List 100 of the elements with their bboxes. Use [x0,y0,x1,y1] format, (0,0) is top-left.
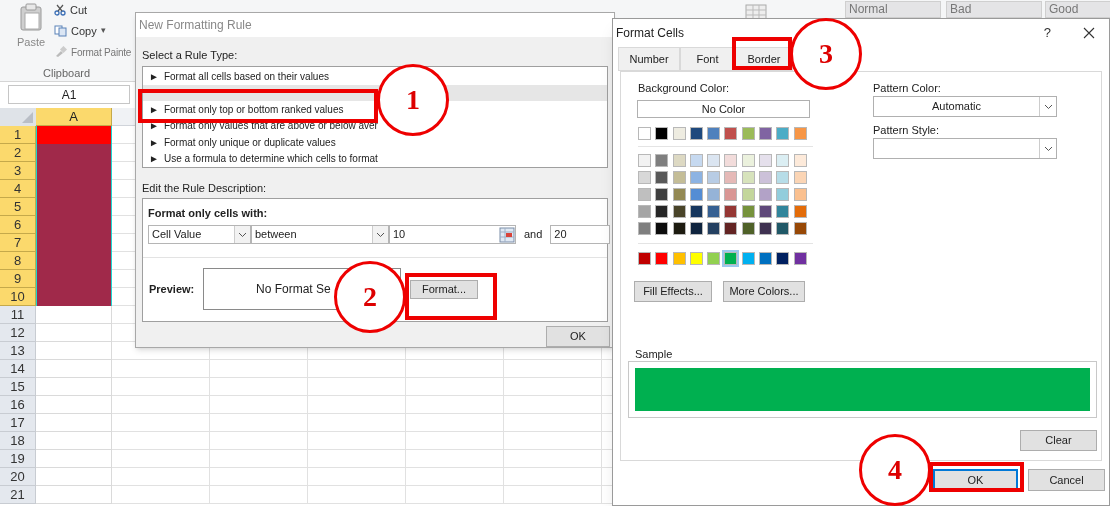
tab[interactable]: Number [618,47,680,71]
color-swatch[interactable] [793,205,807,218]
color-swatch[interactable] [759,154,773,167]
color-swatch[interactable] [793,127,807,140]
color-swatch[interactable] [672,222,686,235]
color-swatch[interactable] [759,127,773,140]
pattern-style-dropdown[interactable] [873,138,1057,159]
cell[interactable] [406,486,504,504]
color-swatch[interactable] [707,205,721,218]
cell[interactable] [112,396,210,414]
cell[interactable] [504,396,602,414]
value-field[interactable]: 20 [550,225,611,244]
color-swatch[interactable] [655,205,669,218]
color-swatch[interactable] [638,205,651,218]
color-swatch[interactable] [707,154,721,167]
cell[interactable] [112,432,210,450]
column-header[interactable]: A [36,108,112,126]
color-swatch[interactable] [776,205,790,218]
row-header[interactable]: 17 [0,414,36,432]
row-header[interactable]: 16 [0,396,36,414]
color-swatch[interactable] [724,171,738,184]
cell[interactable] [210,486,308,504]
row-header[interactable]: 2 [0,144,36,162]
color-swatch[interactable] [776,171,790,184]
color-swatch[interactable] [672,171,686,184]
cell[interactable] [308,360,406,378]
row-header[interactable]: 11 [0,306,36,324]
color-swatch[interactable] [759,252,773,265]
color-swatch[interactable] [689,171,703,184]
row-header[interactable]: 14 [0,360,36,378]
cell-style-button[interactable]: Good [1045,1,1110,18]
cell[interactable] [406,360,504,378]
cell[interactable] [36,342,112,360]
condition-dropdown[interactable]: Cell Value [148,225,251,244]
cell[interactable] [308,450,406,468]
color-swatch[interactable] [741,171,755,184]
row-header[interactable]: 10 [0,288,36,306]
color-swatch[interactable] [724,205,738,218]
row-header[interactable]: 15 [0,378,36,396]
row-header[interactable]: 12 [0,324,36,342]
row-header[interactable]: 6 [0,216,36,234]
color-swatch[interactable] [776,127,790,140]
no-color-button[interactable]: No Color [637,100,810,118]
cell[interactable] [504,378,602,396]
cell-style-button[interactable]: Normal [845,1,941,18]
cell[interactable] [36,396,112,414]
pattern-color-dropdown[interactable]: Automatic [873,96,1057,117]
cell[interactable] [36,486,112,504]
row-header[interactable]: 7 [0,234,36,252]
help-button[interactable]: ? [1043,23,1051,43]
cell[interactable] [112,486,210,504]
cell[interactable] [210,432,308,450]
cell[interactable] [308,378,406,396]
color-swatch[interactable] [793,171,807,184]
cell[interactable] [406,378,504,396]
cell[interactable] [210,396,308,414]
cell[interactable] [210,450,308,468]
format-painter-button[interactable]: Format Painte [54,43,132,61]
row-header[interactable]: 5 [0,198,36,216]
cell[interactable] [406,414,504,432]
row-header[interactable]: 20 [0,468,36,486]
cell[interactable] [504,414,602,432]
color-swatch[interactable] [707,252,721,265]
color-swatch[interactable] [724,188,738,201]
cell[interactable] [504,468,602,486]
cell[interactable] [36,450,112,468]
color-swatch[interactable] [655,252,669,265]
cell[interactable] [504,432,602,450]
cell[interactable] [504,360,602,378]
color-swatch[interactable] [655,127,669,140]
cell[interactable] [406,396,504,414]
clear-button[interactable]: Clear [1020,430,1097,451]
format-button[interactable]: Format... [410,279,478,299]
color-swatch[interactable] [655,188,669,201]
tab[interactable]: Font [680,47,735,71]
color-swatch[interactable] [672,188,686,201]
cell[interactable] [210,468,308,486]
color-swatch[interactable] [689,205,703,218]
cell[interactable] [308,432,406,450]
row-header[interactable]: 18 [0,432,36,450]
color-swatch[interactable] [741,252,755,265]
row-header[interactable]: 21 [0,486,36,504]
color-swatch[interactable] [793,252,807,265]
color-swatch[interactable] [638,127,651,140]
cell[interactable] [36,144,112,162]
cell[interactable] [210,360,308,378]
color-swatch[interactable] [724,154,738,167]
fill-effects-button[interactable]: Fill Effects... [634,281,712,302]
color-swatch[interactable] [638,154,651,167]
more-colors-button[interactable]: More Colors... [723,281,805,302]
color-swatch[interactable] [776,222,790,235]
color-swatch[interactable] [707,127,721,140]
cell[interactable] [36,324,112,342]
color-swatch[interactable] [724,222,738,235]
row-header[interactable]: 13 [0,342,36,360]
color-swatch[interactable] [638,171,651,184]
color-swatch[interactable] [672,127,686,140]
color-swatch[interactable] [724,252,738,265]
color-swatch[interactable] [793,188,807,201]
color-swatch[interactable] [689,252,703,265]
